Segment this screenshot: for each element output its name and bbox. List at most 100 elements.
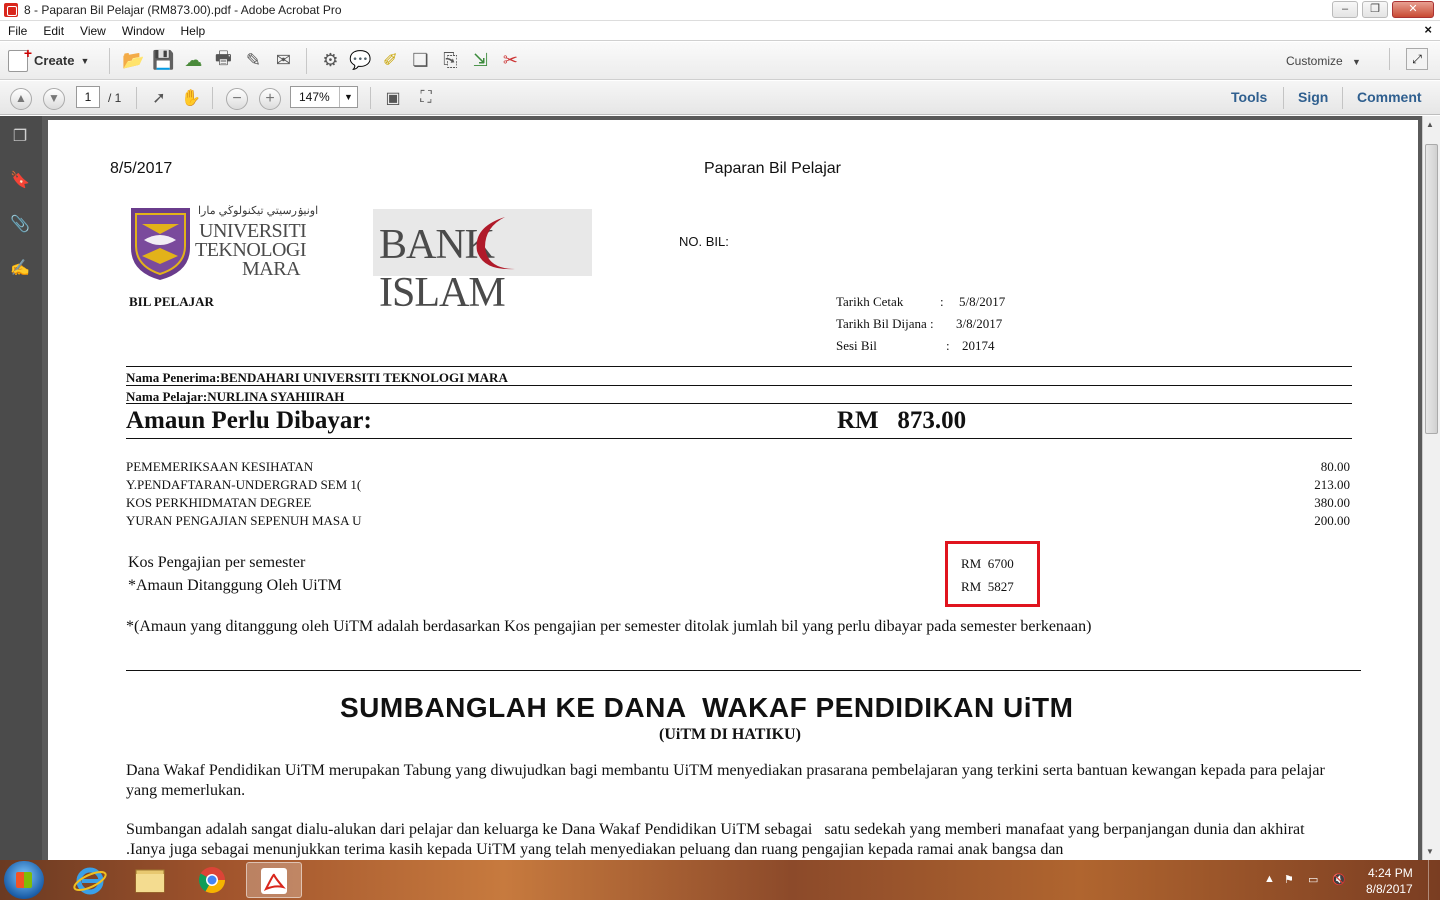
acrobat-icon <box>261 868 287 894</box>
start-button[interactable] <box>4 861 44 899</box>
volume-muted-icon[interactable]: 🔇 <box>1332 873 1346 886</box>
menu-file[interactable]: File <box>0 24 35 38</box>
highlight-icon[interactable]: ✐ <box>375 46 405 76</box>
scrollbar-thumb[interactable] <box>1425 144 1438 434</box>
close-document-icon[interactable]: × <box>1424 22 1432 37</box>
zoom-out-button[interactable]: − <box>226 88 248 110</box>
edit-pdf-icon[interactable]: ✎ <box>238 46 268 76</box>
maximize-button[interactable]: ❐ <box>1362 1 1388 18</box>
zoom-in-button[interactable]: + <box>259 88 281 110</box>
save-icon[interactable]: 💾 <box>148 46 178 76</box>
export-icon[interactable]: ⇲ <box>465 46 495 76</box>
chevron-down-icon: ▼ <box>1352 57 1361 67</box>
comment-pane-link[interactable]: Comment <box>1357 89 1422 105</box>
fit-page-icon[interactable]: ▣ <box>378 83 408 113</box>
tarikh-cetak-value: 5/8/2017 <box>959 294 1006 309</box>
donation-paragraph-1: Dana Wakaf Pendidikan UiTM merupakan Tab… <box>126 762 1325 799</box>
no-bil-label: NO. BIL: <box>679 234 729 249</box>
close-window-button[interactable]: ✕ <box>1392 1 1434 18</box>
toolbar-divider <box>1342 87 1343 109</box>
review-icon[interactable]: ⎘ <box>435 46 465 76</box>
main-toolbar: Create ▼ 📂 💾 ☁ 🖶 ✎ ✉ ⚙ 💬 ✐ ❏ ⎘ ⇲ ✂ Custo… <box>0 42 1440 80</box>
footnote: *(Amaun yang ditanggung oleh UiTM adalah… <box>126 618 1092 635</box>
next-page-button[interactable]: ▼ <box>43 88 65 110</box>
page-total: / 1 <box>108 91 122 105</box>
settings-gear-icon[interactable]: ⚙ <box>315 46 345 76</box>
window-title: 8 - Paparan Bil Pelajar (RM873.00).pdf -… <box>24 3 342 17</box>
menu-window[interactable]: Window <box>114 24 173 38</box>
customize-dropdown[interactable]: Customize ▼ <box>1286 54 1361 68</box>
page-thumbnails-icon[interactable]: ❐ <box>9 126 31 148</box>
hand-tool-icon[interactable]: ✋ <box>176 83 206 113</box>
divider-line <box>126 385 1352 386</box>
tools-pane-link[interactable]: Tools <box>1231 89 1267 105</box>
menu-help[interactable]: Help <box>173 24 214 38</box>
internet-explorer-taskbar-button[interactable] <box>62 862 118 898</box>
internet-explorer-icon <box>73 867 107 895</box>
tarikh-dijana-label: Tarikh Bil Dijana : <box>836 316 934 331</box>
zoom-level-select[interactable]: 147% ▼ <box>290 86 358 108</box>
window-controls: – ❐ ✕ <box>1332 1 1434 18</box>
tarikh-cetak-separator: : <box>940 294 944 309</box>
signatures-icon[interactable]: ✍ <box>9 258 31 280</box>
menu-bar: File Edit View Window Help × <box>0 21 1440 41</box>
show-desktop-button[interactable] <box>1428 860 1440 900</box>
previous-page-button[interactable]: ▲ <box>10 88 32 110</box>
acrobat-taskbar-button[interactable] <box>246 862 302 898</box>
comment-bubble-icon[interactable]: 💬 <box>345 46 375 76</box>
chevron-down-icon[interactable]: ▼ <box>339 87 357 107</box>
expand-icon[interactable]: ⤢ <box>1406 48 1428 70</box>
sign-document-icon[interactable]: ❏ <box>405 46 435 76</box>
toolbar-divider <box>212 87 213 109</box>
show-hidden-icons-icon[interactable]: ▲ <box>1264 873 1275 885</box>
scroll-down-arrow-icon[interactable]: ▼ <box>1426 847 1434 856</box>
chrome-taskbar-button[interactable] <box>184 862 240 898</box>
network-icon[interactable]: ▭ <box>1308 873 1318 886</box>
attachments-paperclip-icon[interactable]: 📎 <box>9 214 31 236</box>
toolbar-divider <box>306 47 308 74</box>
print-date: 8/5/2017 <box>110 160 173 177</box>
print-icon[interactable]: 🖶 <box>208 46 238 76</box>
email-icon[interactable]: ✉ <box>268 46 298 76</box>
folder-icon <box>135 869 165 893</box>
fee-item-name: KOS PERKHIDMATAN DEGREE <box>126 495 312 510</box>
chevron-down-icon: ▼ <box>80 55 90 66</box>
file-explorer-taskbar-button[interactable] <box>122 862 178 898</box>
minimize-button[interactable]: – <box>1332 1 1358 18</box>
menu-edit[interactable]: Edit <box>35 24 72 38</box>
scroll-up-arrow-icon[interactable]: ▲ <box>1426 120 1434 129</box>
clock-time[interactable]: 4:24 PM <box>1368 866 1413 880</box>
tarikh-dijana-value: 3/8/2017 <box>956 316 1003 331</box>
action-center-flag-icon[interactable]: ⚑ <box>1284 873 1294 886</box>
covered-by-uitm-value: RM 5827 <box>961 579 1014 594</box>
cost-per-semester-label: Kos Pengajian per semester <box>128 554 306 571</box>
clock-date[interactable]: 8/8/2017 <box>1366 882 1413 896</box>
create-label: Create <box>34 53 75 68</box>
navigation-toolbar: ▲ ▼ 1 / 1 ➚ ✋ − + 147% ▼ ▣ ⛶ Tools Sign … <box>0 81 1440 115</box>
pdf-page: 8/5/2017 Paparan Bil Pelajar اونيۏرسيتي … <box>48 120 1418 860</box>
bank-islam-logo: BANK ISLAM <box>373 209 592 316</box>
divider-line <box>126 366 1352 367</box>
acrobat-app-icon <box>4 3 18 17</box>
toolbar-divider <box>370 87 371 109</box>
sign-pane-link[interactable]: Sign <box>1298 89 1328 105</box>
crescent-icon <box>476 217 515 270</box>
create-button[interactable]: Create ▼ <box>8 45 90 72</box>
toolbar-divider <box>1283 87 1284 109</box>
uitm-line3: MARA <box>242 258 301 280</box>
vertical-scrollbar[interactable]: ▲ ▼ <box>1422 116 1440 860</box>
document-viewer[interactable]: 8/5/2017 Paparan Bil Pelajar اونيۏرسيتي … <box>42 116 1422 860</box>
redact-icon[interactable]: ✂ <box>495 46 525 76</box>
bookmarks-icon[interactable]: 🔖 <box>9 170 31 192</box>
fee-item-amount: 80.00 <box>1320 459 1350 474</box>
select-cursor-icon[interactable]: ➚ <box>144 83 174 113</box>
windows-logo-icon <box>16 872 32 888</box>
fee-item-amount: 213.00 <box>1314 477 1350 492</box>
toolbar-divider <box>136 87 137 109</box>
upload-cloud-icon[interactable]: ☁ <box>178 46 208 76</box>
full-screen-icon[interactable]: ⛶ <box>411 83 441 113</box>
menu-view[interactable]: View <box>72 24 114 38</box>
navigation-pane: ❐ 🔖 📎 ✍ <box>0 116 42 860</box>
page-number-input[interactable]: 1 <box>76 86 100 108</box>
open-folder-icon[interactable]: 📂 <box>118 46 148 76</box>
